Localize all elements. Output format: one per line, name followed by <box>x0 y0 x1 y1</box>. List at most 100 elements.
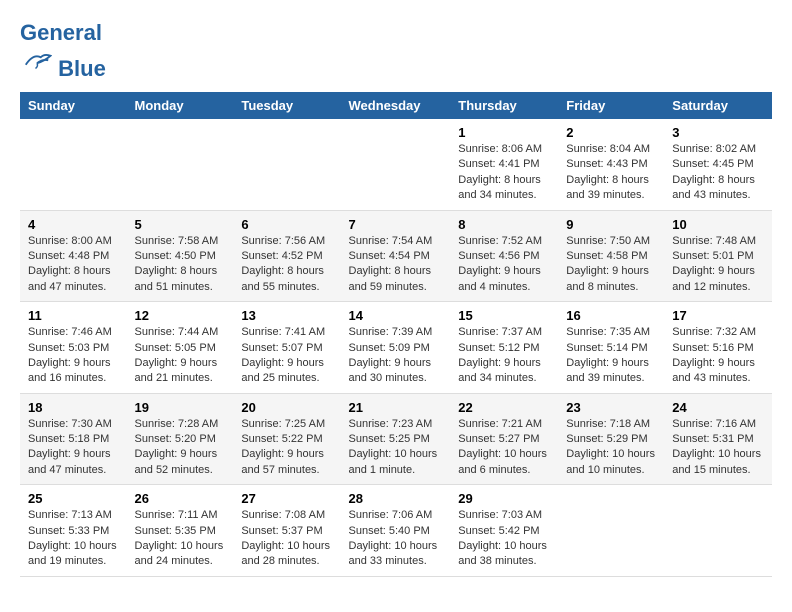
calendar-cell: 28 Sunrise: 7:06 AM Sunset: 5:40 PM Dayli… <box>341 485 451 577</box>
day-info: Sunrise: 7:44 AM Sunset: 5:05 PM Dayligh… <box>135 325 226 387</box>
calendar-cell: 12 Sunrise: 7:44 AM Sunset: 5:05 PM Dayli… <box>127 302 234 394</box>
day-number: 15 <box>458 308 550 323</box>
day-info: Sunrise: 7:52 AM Sunset: 4:56 PM Dayligh… <box>458 234 550 296</box>
day-number: 3 <box>672 125 764 140</box>
calendar-cell: 14 Sunrise: 7:39 AM Sunset: 5:09 PM Dayli… <box>341 302 451 394</box>
day-info: Sunrise: 7:39 AM Sunset: 5:09 PM Dayligh… <box>349 325 443 387</box>
day-info: Sunrise: 7:03 AM Sunset: 5:42 PM Dayligh… <box>458 508 550 570</box>
calendar-cell: 18Sunrise: 7:30 AM Sunset: 5:18 PM Dayli… <box>20 393 127 485</box>
day-number: 9 <box>566 217 656 232</box>
day-number: 11 <box>28 308 119 323</box>
logo-bird-icon <box>22 46 52 76</box>
header-tuesday: Tuesday <box>233 92 340 119</box>
day-info: Sunrise: 7:06 AM Sunset: 5:40 PM Dayligh… <box>349 508 443 570</box>
day-info: Sunrise: 7:41 AM Sunset: 5:07 PM Dayligh… <box>241 325 332 387</box>
day-number: 14 <box>349 308 443 323</box>
logo-text: General Blue <box>20 20 106 82</box>
calendar-cell <box>664 485 772 577</box>
calendar-cell: 17 Sunrise: 7:32 AM Sunset: 5:16 PM Dayli… <box>664 302 772 394</box>
calendar-cell: 10 Sunrise: 7:48 AM Sunset: 5:01 PM Dayli… <box>664 210 772 302</box>
header-monday: Monday <box>127 92 234 119</box>
day-info: Sunrise: 7:08 AM Sunset: 5:37 PM Dayligh… <box>241 508 332 570</box>
day-number: 16 <box>566 308 656 323</box>
calendar-cell: 25Sunrise: 7:13 AM Sunset: 5:33 PM Dayli… <box>20 485 127 577</box>
calendar-header-row: SundayMondayTuesdayWednesdayThursdayFrid… <box>20 92 772 119</box>
calendar-cell: 29 Sunrise: 7:03 AM Sunset: 5:42 PM Dayli… <box>450 485 558 577</box>
day-info: Sunrise: 7:37 AM Sunset: 5:12 PM Dayligh… <box>458 325 550 387</box>
day-number: 17 <box>672 308 764 323</box>
day-number: 5 <box>135 217 226 232</box>
calendar-cell <box>20 119 127 210</box>
day-info: Sunrise: 7:11 AM Sunset: 5:35 PM Dayligh… <box>135 508 226 570</box>
calendar-cell: 13 Sunrise: 7:41 AM Sunset: 5:07 PM Dayli… <box>233 302 340 394</box>
day-number: 20 <box>241 400 332 415</box>
day-number: 12 <box>135 308 226 323</box>
calendar-cell: 21 Sunrise: 7:23 AM Sunset: 5:25 PM Dayli… <box>341 393 451 485</box>
calendar-cell: 20 Sunrise: 7:25 AM Sunset: 5:22 PM Dayli… <box>233 393 340 485</box>
header-sunday: Sunday <box>20 92 127 119</box>
day-number: 24 <box>672 400 764 415</box>
calendar-cell: 1 Sunrise: 8:06 AM Sunset: 4:41 PM Daylig… <box>450 119 558 210</box>
logo-blue: Blue <box>58 56 106 81</box>
header-saturday: Saturday <box>664 92 772 119</box>
day-number: 25 <box>28 491 119 506</box>
calendar-cell: 15 Sunrise: 7:37 AM Sunset: 5:12 PM Dayli… <box>450 302 558 394</box>
day-number: 13 <box>241 308 332 323</box>
day-number: 1 <box>458 125 550 140</box>
day-number: 7 <box>349 217 443 232</box>
day-info: Sunrise: 7:54 AM Sunset: 4:54 PM Dayligh… <box>349 234 443 296</box>
day-info: Sunrise: 7:25 AM Sunset: 5:22 PM Dayligh… <box>241 417 332 479</box>
day-number: 6 <box>241 217 332 232</box>
day-number: 2 <box>566 125 656 140</box>
calendar-cell: 27Sunrise: 7:08 AM Sunset: 5:37 PM Dayli… <box>233 485 340 577</box>
day-info: Sunrise: 7:46 AM Sunset: 5:03 PM Dayligh… <box>28 325 119 387</box>
day-number: 21 <box>349 400 443 415</box>
week-row-4: 18Sunrise: 7:30 AM Sunset: 5:18 PM Dayli… <box>20 393 772 485</box>
day-info: Sunrise: 7:18 AM Sunset: 5:29 PM Dayligh… <box>566 417 656 479</box>
header-friday: Friday <box>558 92 664 119</box>
calendar-cell: 5 Sunrise: 7:58 AM Sunset: 4:50 PM Daylig… <box>127 210 234 302</box>
day-info: Sunrise: 7:16 AM Sunset: 5:31 PM Dayligh… <box>672 417 764 479</box>
day-number: 29 <box>458 491 550 506</box>
calendar-cell: 23 Sunrise: 7:18 AM Sunset: 5:29 PM Dayli… <box>558 393 664 485</box>
calendar-cell: 3 Sunrise: 8:02 AM Sunset: 4:45 PM Daylig… <box>664 119 772 210</box>
header-wednesday: Wednesday <box>341 92 451 119</box>
day-info: Sunrise: 8:06 AM Sunset: 4:41 PM Dayligh… <box>458 142 550 204</box>
day-number: 26 <box>135 491 226 506</box>
calendar-cell: 4 Sunrise: 8:00 AM Sunset: 4:48 PM Daylig… <box>20 210 127 302</box>
day-number: 23 <box>566 400 656 415</box>
calendar-table: SundayMondayTuesdayWednesdayThursdayFrid… <box>20 92 772 577</box>
calendar-cell: 7 Sunrise: 7:54 AM Sunset: 4:54 PM Daylig… <box>341 210 451 302</box>
calendar-cell: 16 Sunrise: 7:35 AM Sunset: 5:14 PM Dayli… <box>558 302 664 394</box>
calendar-cell: 8Sunrise: 7:52 AM Sunset: 4:56 PM Daylig… <box>450 210 558 302</box>
calendar-cell: 22Sunrise: 7:21 AM Sunset: 5:27 PM Dayli… <box>450 393 558 485</box>
day-info: Sunrise: 8:00 AM Sunset: 4:48 PM Dayligh… <box>28 234 119 296</box>
day-number: 10 <box>672 217 764 232</box>
day-info: Sunrise: 8:04 AM Sunset: 4:43 PM Dayligh… <box>566 142 656 204</box>
logo-general: General <box>20 20 102 45</box>
day-info: Sunrise: 7:48 AM Sunset: 5:01 PM Dayligh… <box>672 234 764 296</box>
day-info: Sunrise: 8:02 AM Sunset: 4:45 PM Dayligh… <box>672 142 764 204</box>
calendar-cell: 26 Sunrise: 7:11 AM Sunset: 5:35 PM Dayli… <box>127 485 234 577</box>
calendar-cell: 19 Sunrise: 7:28 AM Sunset: 5:20 PM Dayli… <box>127 393 234 485</box>
calendar-cell <box>127 119 234 210</box>
day-info: Sunrise: 7:23 AM Sunset: 5:25 PM Dayligh… <box>349 417 443 479</box>
day-info: Sunrise: 7:32 AM Sunset: 5:16 PM Dayligh… <box>672 325 764 387</box>
day-info: Sunrise: 7:28 AM Sunset: 5:20 PM Dayligh… <box>135 417 226 479</box>
day-info: Sunrise: 7:35 AM Sunset: 5:14 PM Dayligh… <box>566 325 656 387</box>
header-thursday: Thursday <box>450 92 558 119</box>
day-info: Sunrise: 7:58 AM Sunset: 4:50 PM Dayligh… <box>135 234 226 296</box>
day-number: 4 <box>28 217 119 232</box>
calendar-cell: 6Sunrise: 7:56 AM Sunset: 4:52 PM Daylig… <box>233 210 340 302</box>
week-row-1: 1 Sunrise: 8:06 AM Sunset: 4:41 PM Daylig… <box>20 119 772 210</box>
week-row-3: 11 Sunrise: 7:46 AM Sunset: 5:03 PM Dayli… <box>20 302 772 394</box>
week-row-2: 4 Sunrise: 8:00 AM Sunset: 4:48 PM Daylig… <box>20 210 772 302</box>
day-info: Sunrise: 7:30 AM Sunset: 5:18 PM Dayligh… <box>28 417 119 479</box>
logo: General Blue <box>20 20 106 82</box>
day-number: 19 <box>135 400 226 415</box>
calendar-cell: 9Sunrise: 7:50 AM Sunset: 4:58 PM Daylig… <box>558 210 664 302</box>
calendar-cell: 2 Sunrise: 8:04 AM Sunset: 4:43 PM Daylig… <box>558 119 664 210</box>
day-number: 28 <box>349 491 443 506</box>
day-number: 22 <box>458 400 550 415</box>
calendar-cell <box>233 119 340 210</box>
